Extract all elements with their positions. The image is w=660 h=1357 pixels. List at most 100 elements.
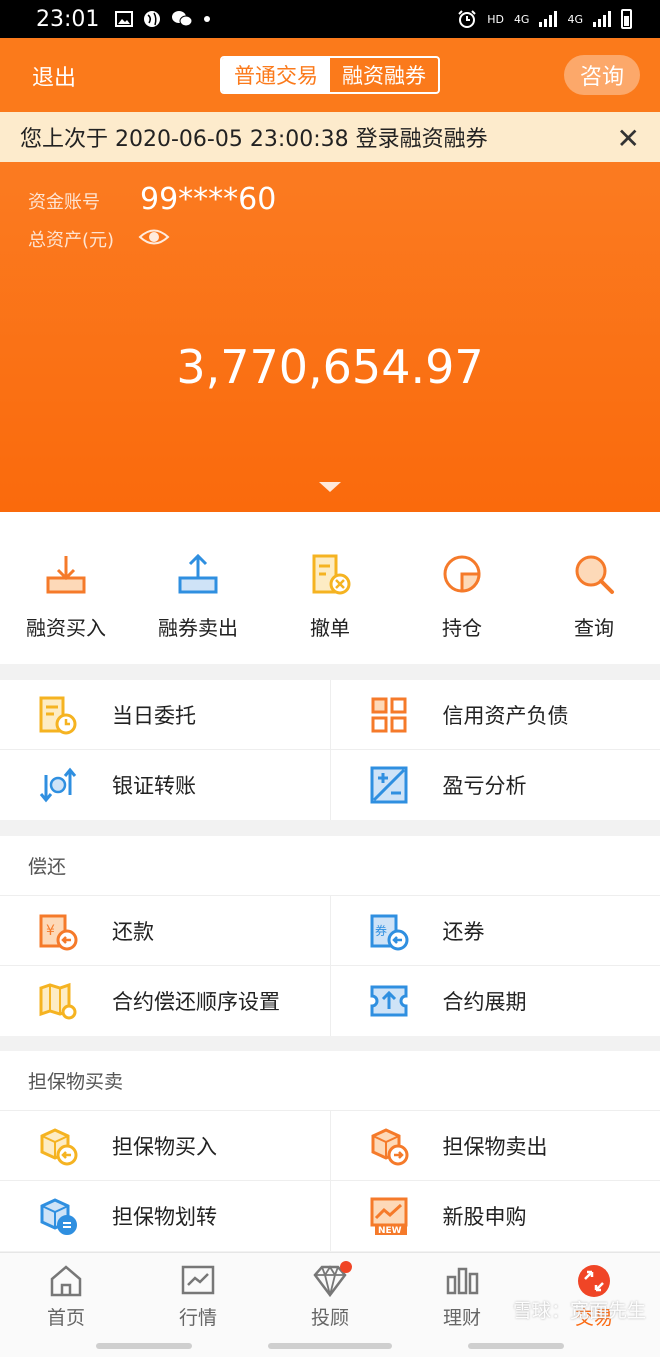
pie-chart-icon <box>443 555 481 593</box>
notification-dot <box>340 1261 352 1273</box>
credit-balance-item[interactable]: 信用资产负债 <box>329 680 660 749</box>
document-clock-icon <box>39 696 77 734</box>
item-label: 合约展期 <box>442 990 527 1014</box>
wechat-icon <box>172 11 193 27</box>
network-4g-1: 4G <box>513 12 530 26</box>
action-label: 融资买入 <box>26 616 106 640</box>
upload-tray-icon <box>178 553 218 594</box>
collateral-section: 担保物买卖 担保物买入 担保物卖出 担保物划转 NEW 新股申购 <box>0 1051 660 1251</box>
item-label: 银证转账 <box>112 774 196 798</box>
plus-minus-icon <box>370 766 407 804</box>
action-label: 撤单 <box>310 616 350 640</box>
item-label: 信用资产负债 <box>442 703 569 728</box>
item-label: 当日委托 <box>112 703 196 728</box>
account-label: 资金账号 <box>28 192 100 213</box>
contract-extension-item[interactable]: 合约展期 <box>329 966 660 1036</box>
status-bar: 23:01 HD 4G 4G <box>0 0 660 38</box>
dot-icon <box>204 16 211 22</box>
action-label: 持仓 <box>442 616 482 640</box>
chart-icon <box>181 1265 215 1295</box>
transfer-icon <box>39 767 77 803</box>
bars-icon <box>446 1267 479 1295</box>
grid-squares-icon <box>371 697 406 732</box>
nav-advisor[interactable]: 投顾 <box>264 1253 396 1357</box>
item-label: 担保物卖出 <box>442 1134 548 1159</box>
signal-icon-2 <box>593 11 611 27</box>
item-label: 还款 <box>112 919 154 944</box>
cancel-order-icon <box>312 554 351 595</box>
svg-text:券: 券 <box>375 923 387 938</box>
system-nav-indicator <box>96 1343 192 1349</box>
action-label: 融券卖出 <box>158 616 238 640</box>
repay-stock-item[interactable]: 券 还券 <box>329 896 660 965</box>
bank-transfer-item[interactable]: 银证转账 <box>0 750 330 820</box>
trade-type-switch: 普通交易 融资融券 <box>220 56 440 94</box>
account-number: 99****60 <box>140 182 277 217</box>
nav-wealth[interactable]: 理财 <box>396 1253 528 1357</box>
expand-arrow-icon[interactable] <box>319 482 341 492</box>
status-time: 23:01 <box>36 6 100 32</box>
notification-icons <box>115 10 211 28</box>
collateral-sell-item[interactable]: 担保物卖出 <box>329 1111 660 1180</box>
total-assets-value: 3,770,654.97 <box>176 340 484 394</box>
action-positions[interactable]: 持仓 <box>396 512 528 664</box>
network-hd: HD <box>487 12 504 26</box>
action-query[interactable]: 查询 <box>528 512 660 664</box>
new-stock-subscribe-item[interactable]: NEW 新股申购 <box>329 1181 660 1251</box>
repay-section: 偿还 ¥ 还款 券 还券 合约偿还顺序设置 合约展期 <box>0 836 660 1036</box>
item-label: 担保物划转 <box>112 1205 217 1229</box>
account-summary: 资金账号 99****60 总资产(元) 3,770,654.97 <box>0 162 660 512</box>
section-title: 偿还 <box>0 836 660 896</box>
image-icon <box>115 11 134 27</box>
header-bar: 退出 普通交易 融资融券 咨询 <box>0 38 660 112</box>
repay-stock-icon: 券 <box>370 914 408 950</box>
nav-home[interactable]: 首页 <box>0 1253 132 1357</box>
battery-icon <box>621 9 632 29</box>
section-title: 担保物买卖 <box>0 1051 660 1111</box>
map-gear-icon <box>39 982 77 1020</box>
action-cancel-order[interactable]: 撤单 <box>264 512 396 664</box>
total-assets-label: 总资产(元) <box>28 230 115 251</box>
eye-icon[interactable] <box>138 226 170 248</box>
profit-analysis-item[interactable]: 盈亏分析 <box>329 750 660 820</box>
exit-button[interactable]: 退出 <box>32 60 76 92</box>
repay-order-setting-item[interactable]: 合约偿还顺序设置 <box>0 966 330 1036</box>
nav-market[interactable]: 行情 <box>132 1253 264 1357</box>
box-sell-icon <box>371 1127 408 1165</box>
svg-text:¥: ¥ <box>46 923 55 939</box>
item-label: 新股申购 <box>442 1205 527 1229</box>
home-icon <box>50 1265 82 1297</box>
system-icons: HD 4G 4G <box>457 9 632 29</box>
item-label: 合约偿还顺序设置 <box>112 990 280 1014</box>
tab-margin-trade[interactable]: 融资融券 <box>330 58 438 92</box>
box-buy-icon <box>40 1127 78 1165</box>
main-functions: 当日委托 信用资产负债 银证转账 盈亏分析 <box>0 680 660 820</box>
nav-label: 投顾 <box>310 1307 349 1329</box>
collateral-buy-item[interactable]: 担保物买入 <box>0 1111 330 1180</box>
action-margin-buy[interactable]: 融资买入 <box>0 512 132 664</box>
new-stock-icon: NEW <box>370 1197 407 1236</box>
repay-money-item[interactable]: ¥ 还款 <box>0 896 330 965</box>
repay-money-icon: ¥ <box>39 914 78 950</box>
nav-label: 首页 <box>46 1307 85 1329</box>
nav-label: 理财 <box>442 1307 481 1329</box>
quick-actions: 融资买入 融券卖出 撤单 持仓 查询 <box>0 512 660 664</box>
svg-text:NEW: NEW <box>378 1226 402 1236</box>
box-transfer-icon <box>40 1198 77 1235</box>
consult-button[interactable]: 咨询 <box>564 55 640 95</box>
collateral-transfer-item[interactable]: 担保物划转 <box>0 1181 330 1251</box>
login-notice: 您上次于 2020-06-05 23:00:38 登录融资融券 ✕ <box>0 112 660 162</box>
nav-label: 行情 <box>178 1307 217 1329</box>
ticket-up-icon <box>370 985 407 1017</box>
action-short-sell[interactable]: 融券卖出 <box>132 512 264 664</box>
close-icon[interactable]: ✕ <box>617 122 640 155</box>
magnifier-icon <box>575 555 614 594</box>
alarm-icon <box>458 10 476 28</box>
tab-normal-trade[interactable]: 普通交易 <box>222 58 330 92</box>
item-label: 还券 <box>442 919 485 944</box>
action-label: 查询 <box>574 616 614 640</box>
item-label: 盈亏分析 <box>442 774 527 798</box>
trade-icon <box>578 1265 610 1297</box>
today-orders-item[interactable]: 当日委托 <box>0 680 330 749</box>
item-label: 担保物买入 <box>112 1134 217 1159</box>
